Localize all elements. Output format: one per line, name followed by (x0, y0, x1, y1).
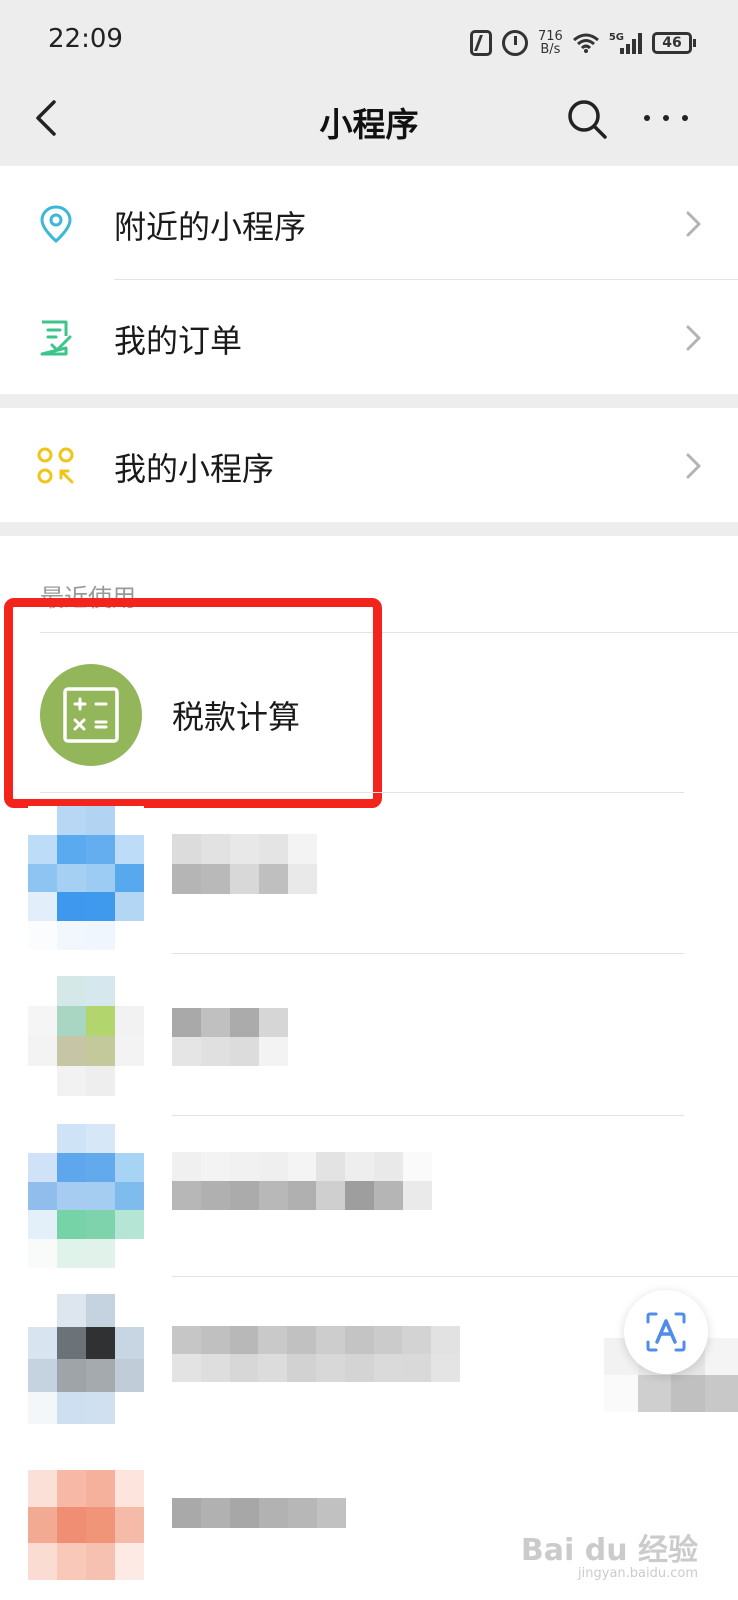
mini-program-grid-icon (37, 447, 74, 484)
menu-item-my-mini-programs[interactable]: 我的小程序 (0, 408, 738, 522)
recent-item-redacted[interactable] (0, 960, 700, 1110)
recent-item-redacted[interactable] (0, 800, 700, 950)
recent-item-redacted[interactable] (0, 1122, 700, 1272)
status-bar: 22:09 716 B/s 5G 46 (0, 0, 738, 84)
cellular-signal-icon: 5G (609, 32, 642, 54)
highlight-box (4, 598, 382, 808)
divider (172, 1276, 738, 1277)
divider (172, 953, 684, 954)
battery-icon: 46 (652, 32, 696, 54)
text-recognition-icon (646, 1312, 686, 1352)
watermark-brand: Bai du 经验 (520, 1533, 698, 1568)
menu-item-nearby[interactable]: 附近的小程序 (0, 166, 738, 280)
network-speed-unit: B/s (540, 42, 561, 57)
menu-item-label: 附近的小程序 (114, 208, 307, 246)
redacted-title (172, 1008, 288, 1066)
section-gap (0, 394, 738, 408)
avatar (28, 1124, 144, 1268)
menu-item-orders[interactable]: 我的订单 (0, 280, 738, 394)
redacted-title (172, 834, 317, 894)
avatar (28, 1294, 144, 1424)
watermark-url: jingyan.baidu.com (578, 1566, 698, 1581)
order-checklist-icon (40, 320, 72, 356)
redacted-title (172, 1498, 346, 1528)
redacted-title (172, 1326, 460, 1382)
chevron-right-icon (686, 211, 701, 237)
chevron-right-icon (686, 453, 701, 479)
status-time: 22:09 (48, 24, 123, 54)
watermark-logo: Bai du 经验 jingyan.baidu.com (521, 1536, 698, 1582)
avatar (28, 976, 144, 1096)
dot-icon (682, 115, 688, 121)
more-options-button[interactable] (644, 98, 688, 138)
avatar (28, 806, 144, 950)
location-pin-icon (40, 205, 72, 243)
recent-item-redacted[interactable] (0, 1284, 738, 1434)
network-speed: 716 B/s (538, 30, 563, 56)
dot-icon (663, 115, 669, 121)
page-title: 小程序 (319, 105, 419, 144)
status-icons: 716 B/s 5G 46 (470, 26, 696, 60)
alarm-icon (502, 30, 528, 56)
floating-translate-button[interactable] (624, 1290, 708, 1374)
nav-bar: 小程序 (0, 84, 738, 166)
divider (40, 792, 684, 793)
network-type: 5G (608, 32, 624, 43)
menu-item-label: 我的订单 (114, 322, 243, 360)
section-gap (0, 522, 738, 536)
menu-item-label: 我的小程序 (114, 450, 275, 488)
chevron-right-icon (686, 325, 701, 351)
redacted-title (172, 1152, 432, 1210)
battery-level: 46 (662, 35, 682, 51)
nfc-icon (470, 30, 492, 56)
avatar (28, 1470, 144, 1580)
dot-icon (644, 115, 650, 121)
divider (172, 1115, 684, 1116)
wifi-icon (572, 33, 599, 53)
search-icon[interactable] (566, 98, 608, 140)
